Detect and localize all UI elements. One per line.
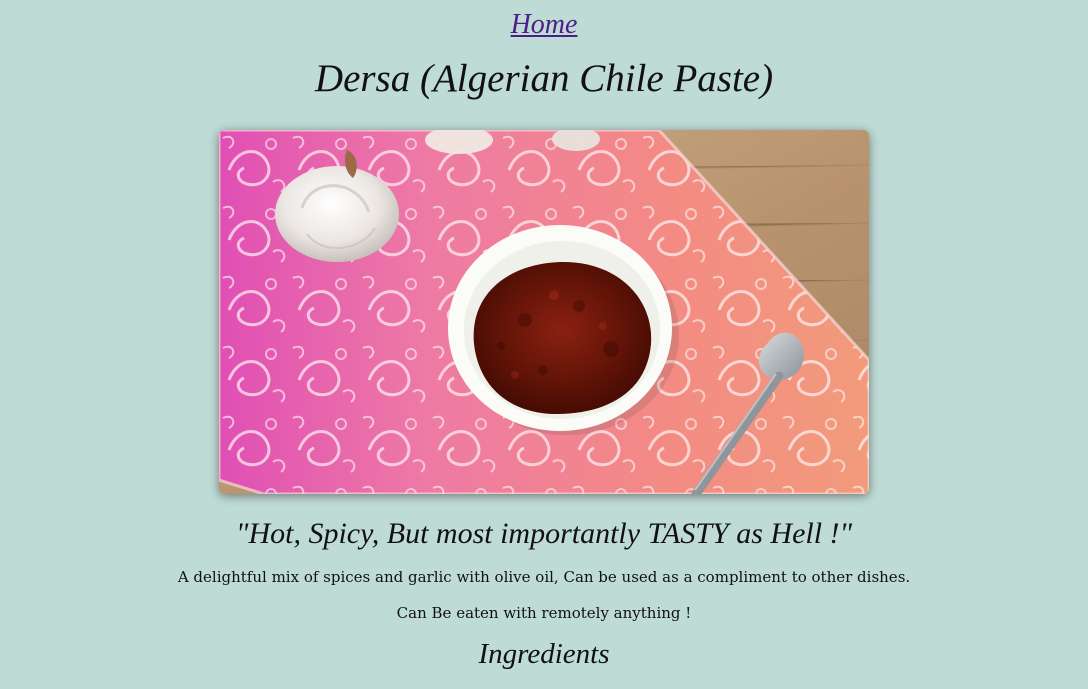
serving-note: Can Be eaten with remotely anything ! — [396, 604, 692, 622]
tagline-quote: "Hot, Spicy, But most importantly TASTY … — [235, 517, 853, 550]
ingredients-heading: Ingredients — [478, 638, 610, 670]
recipe-page: Home Dersa (Algerian Chile Paste) "Hot, … — [0, 0, 1088, 672]
recipe-photo — [219, 130, 869, 494]
description-text: A delightful mix of spices and garlic wi… — [177, 568, 911, 586]
page-title: Dersa (Algerian Chile Paste) — [314, 57, 774, 100]
home-link[interactable]: Home — [511, 8, 578, 42]
